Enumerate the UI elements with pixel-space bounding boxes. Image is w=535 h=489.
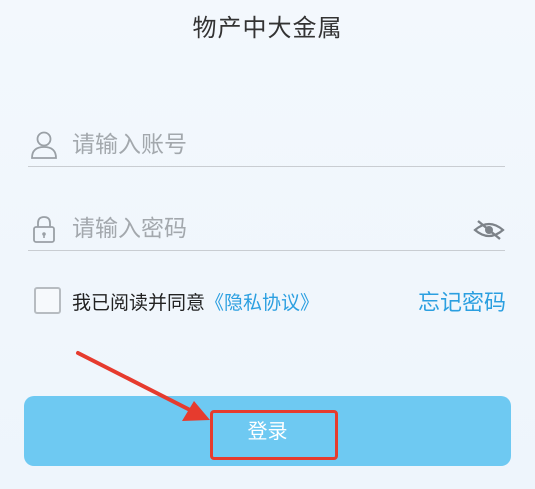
agreement-checkbox[interactable]	[34, 287, 61, 314]
agreement-label: 我已阅读并同意《隐私协议》	[72, 288, 319, 315]
agreement-row: 我已阅读并同意《隐私协议》 忘记密码	[34, 284, 514, 318]
agreement-text: 我已阅读并同意	[72, 292, 206, 314]
lock-icon	[33, 216, 55, 243]
app-title: 物产中大金属	[192, 14, 343, 42]
password-input[interactable]	[72, 212, 452, 246]
password-field[interactable]	[28, 210, 505, 251]
privacy-policy-link[interactable]: 《隐私协议》	[205, 292, 319, 314]
forgot-password-link[interactable]: 忘记密码	[418, 285, 506, 317]
eye-off-icon[interactable]	[473, 218, 505, 242]
account-field[interactable]	[28, 126, 505, 167]
account-input[interactable]	[72, 128, 452, 162]
annotation-arrow-icon	[76, 351, 210, 421]
user-icon	[31, 131, 57, 159]
annotation-highlight-box	[210, 410, 338, 460]
